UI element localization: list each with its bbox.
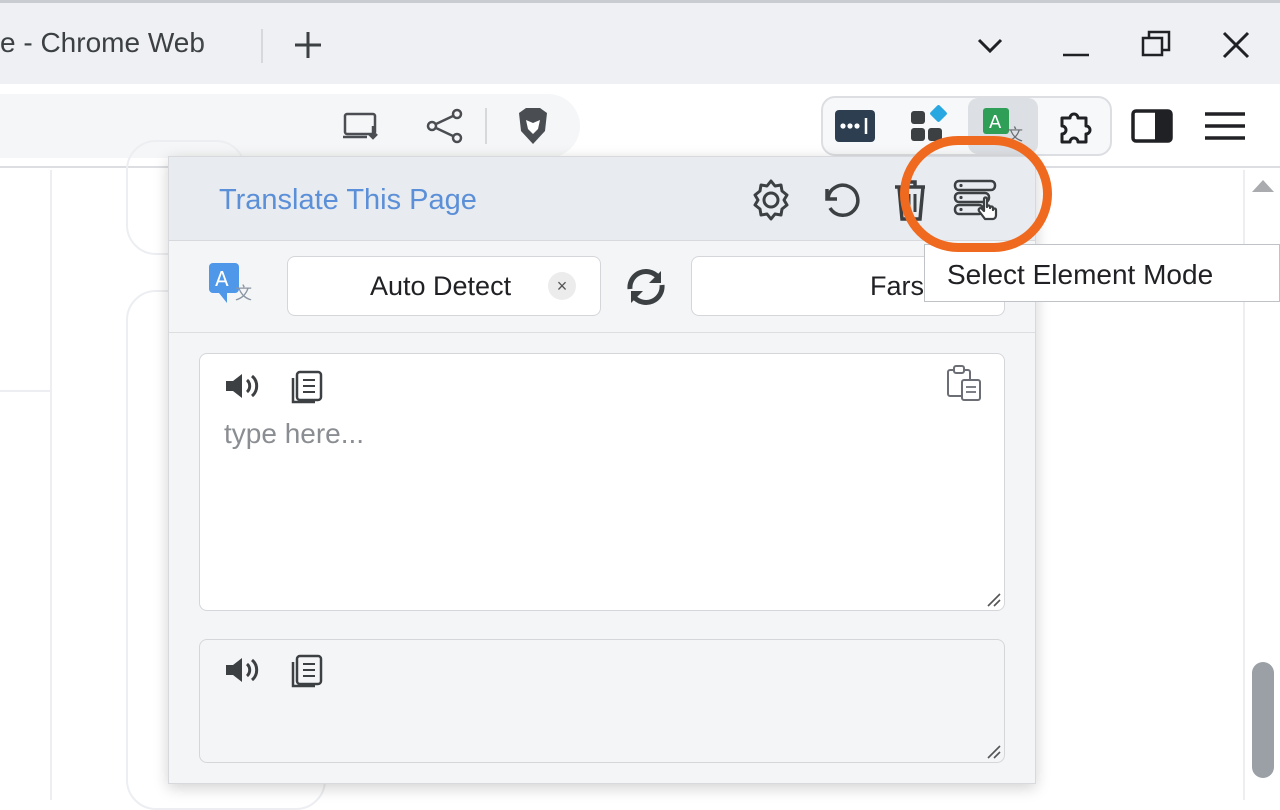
source-text-area[interactable]: type here... xyxy=(199,353,1005,611)
toolbar-divider xyxy=(485,108,487,144)
tooltip-text: Select Element Mode xyxy=(947,259,1214,290)
tab-divider xyxy=(261,29,263,63)
paste-icon[interactable] xyxy=(944,362,984,402)
language-row: A 文 Auto Detect × Farsi xyxy=(169,241,1035,333)
close-icon[interactable] xyxy=(1214,23,1258,67)
svg-text:A: A xyxy=(989,112,1002,133)
brave-shields-icon[interactable] xyxy=(511,104,555,148)
gear-icon[interactable] xyxy=(745,177,797,223)
speaker-icon[interactable] xyxy=(222,366,262,406)
source-language-select[interactable]: Auto Detect × xyxy=(287,256,601,316)
sidebar-icon[interactable] xyxy=(1130,104,1174,148)
translate-page-link[interactable]: Translate This Page xyxy=(219,184,477,217)
target-language-label: Farsi xyxy=(870,271,930,301)
puzzle-icon[interactable] xyxy=(1054,104,1098,148)
svg-text:文: 文 xyxy=(235,284,252,304)
restore-icon[interactable] xyxy=(1134,23,1178,67)
undo-icon[interactable] xyxy=(815,177,867,223)
clear-source-button[interactable]: × xyxy=(548,272,576,300)
new-tab-button[interactable] xyxy=(288,25,328,65)
address-bar[interactable] xyxy=(0,94,580,158)
translate-logo-icon: A 文 xyxy=(209,263,252,304)
copy-icon[interactable] xyxy=(288,650,328,690)
swap-languages-icon[interactable] xyxy=(621,267,671,307)
input-placeholder: type here... xyxy=(224,418,365,449)
tab-strip: e - Chrome Web xyxy=(0,0,1280,84)
password-manager-icon[interactable] xyxy=(833,104,877,148)
source-language-label: Auto Detect xyxy=(370,271,512,301)
tab-title[interactable]: e - Chrome Web xyxy=(0,27,236,59)
share-icon[interactable] xyxy=(422,104,466,148)
scroll-up-arrow[interactable] xyxy=(1252,180,1274,192)
resize-handle-icon[interactable] xyxy=(984,590,1002,608)
tooltip: Select Element Mode xyxy=(924,244,1280,302)
resize-handle-icon[interactable] xyxy=(984,742,1002,760)
svg-text:A: A xyxy=(215,267,229,291)
menu-icon[interactable] xyxy=(1203,104,1247,148)
page-divider xyxy=(0,390,52,392)
highlight-circle xyxy=(900,136,1052,252)
chevron-down-icon[interactable] xyxy=(968,23,1012,67)
speaker-icon[interactable] xyxy=(222,650,262,690)
translate-popup: Translate This Page A 文 Auto Detect × Fa… xyxy=(168,156,1036,784)
install-app-icon[interactable] xyxy=(340,104,384,148)
scrollbar-thumb[interactable] xyxy=(1252,662,1274,778)
page-divider xyxy=(50,170,52,800)
copy-icon[interactable] xyxy=(288,366,328,406)
translation-output-area[interactable] xyxy=(199,639,1005,763)
minimize-icon[interactable] xyxy=(1054,23,1098,67)
